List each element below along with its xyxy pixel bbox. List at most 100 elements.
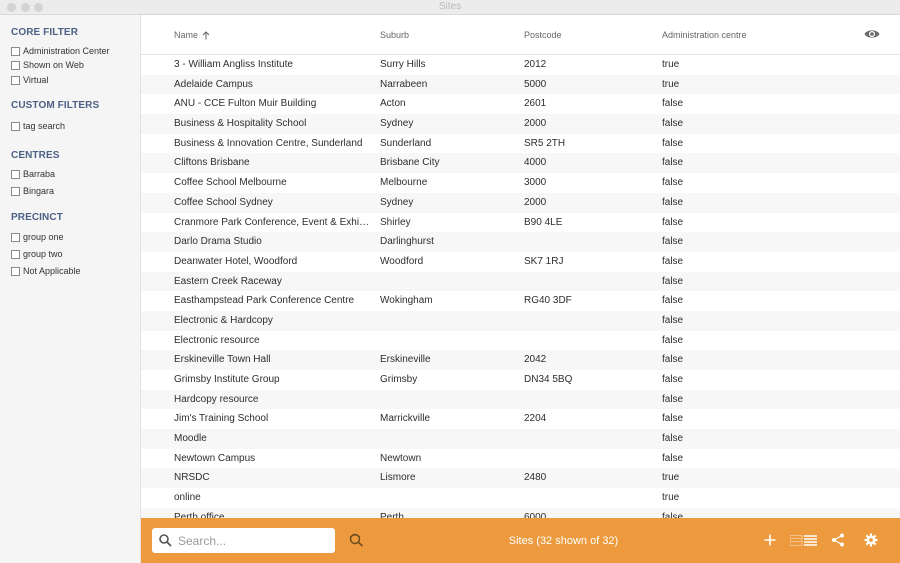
cell-suburb: Wokingham xyxy=(380,295,433,307)
cell-administration-centre: false xyxy=(662,314,684,326)
table-row[interactable]: Cranmore Park Conference, Event & Exhibi… xyxy=(141,213,900,233)
table-row[interactable]: Coffee School Sydney Sydney 2000 false xyxy=(141,192,900,213)
table-row[interactable]: Darlo Drama Studio Darlinghurst false xyxy=(141,232,900,252)
filter-option-not-applicable[interactable]: Not Applicable xyxy=(11,265,81,277)
share-icon[interactable] xyxy=(831,533,845,547)
table-row[interactable]: Coffee School Melbourne Melbourne 3000 fals… xyxy=(141,173,900,193)
cell-administration-centre: false xyxy=(662,196,684,208)
record-count-status: Sites (32 shown of 32) xyxy=(508,535,619,547)
checkbox[interactable] xyxy=(11,121,20,131)
plus-icon[interactable] xyxy=(764,534,776,546)
filter-option-group-two[interactable]: group two xyxy=(11,248,63,260)
advanced-search-icon[interactable] xyxy=(348,532,366,547)
cell-suburb: Brisbane City xyxy=(380,157,440,169)
checkbox[interactable] xyxy=(11,75,20,85)
cell-suburb: Darlinghurst xyxy=(380,236,434,248)
table-row[interactable]: Grimsby Institute Group Grimsby DN34 5BQ fa… xyxy=(141,370,900,390)
sidebar-heading-core-filter: CORE FILTER xyxy=(11,27,79,38)
filter-option-bingara[interactable]: Bingara xyxy=(11,185,54,197)
cell-suburb: Melbourne xyxy=(380,177,428,189)
filter-option-label: Barraba xyxy=(23,169,56,179)
cell-administration-centre: false xyxy=(662,433,684,445)
cell-name: Cranmore Park Conference, Event & Exhibi… xyxy=(174,216,370,228)
checkbox[interactable] xyxy=(11,232,20,242)
cell-postcode: 2000 xyxy=(524,196,547,208)
cell-suburb: Grimsby xyxy=(380,374,418,385)
table-row[interactable]: NRSDC Lismore 2480 true xyxy=(141,468,900,489)
filter-option-group-one[interactable]: group one xyxy=(11,231,64,243)
table-row[interactable]: ANU - CCE Fulton Muir Building Acton 2601 f… xyxy=(141,94,900,114)
table-row[interactable]: Moodle false xyxy=(141,429,900,449)
table-row[interactable]: Cliftons Brisbane Brisbane City 4000 false xyxy=(141,153,900,174)
table-row[interactable]: Business & Hospitality School Sydney 2000 f… xyxy=(141,114,900,134)
table-row[interactable]: Perth office Perth 6000 false xyxy=(141,507,900,518)
cell-administration-centre: false xyxy=(662,393,684,405)
filter-option-shown-on-web[interactable]: Shown on Web xyxy=(11,59,84,71)
cell-administration-centre: false xyxy=(662,216,684,228)
sidebar-heading-centres: CENTRES xyxy=(11,150,60,161)
cell-name: NRSDC xyxy=(174,472,210,484)
table-row[interactable]: Hardcopy resource false xyxy=(141,389,900,410)
filter-option-label: Shown on Web xyxy=(23,60,84,70)
filter-option-tag-search[interactable]: tag search xyxy=(11,120,65,132)
table-row[interactable]: Business & Innovation Centre, Sunderland… xyxy=(141,134,900,154)
column-header-suburb[interactable]: Suburb xyxy=(380,30,409,40)
cell-administration-centre: true xyxy=(662,492,680,504)
checkbox[interactable] xyxy=(11,266,20,276)
cell-postcode: 3000 xyxy=(524,177,547,189)
cell-suburb: Narrabeen xyxy=(380,78,428,90)
eye-icon[interactable] xyxy=(864,28,880,40)
cell-suburb: Surry Hills xyxy=(380,59,426,70)
column-header-administration-centre[interactable]: Administration centre xyxy=(662,30,747,40)
table-row[interactable]: Newtown Campus Newtown false xyxy=(141,449,900,469)
bottom-toolbar: Sites (32 shown of 32) xyxy=(141,518,900,563)
cell-administration-centre: false xyxy=(662,413,684,425)
checkbox[interactable] xyxy=(11,249,20,259)
cell-name: Adelaide Campus xyxy=(174,78,253,90)
checkbox[interactable] xyxy=(11,46,20,56)
list-view-icon[interactable] xyxy=(790,535,817,546)
filter-option-barraba[interactable]: Barraba xyxy=(11,168,55,180)
column-header-name[interactable]: Name xyxy=(174,30,210,40)
cell-postcode: DN34 5BQ xyxy=(524,374,573,385)
column-header-label: Postcode xyxy=(524,30,562,40)
search-input[interactable] xyxy=(178,531,328,550)
checkbox[interactable] xyxy=(11,169,20,179)
cell-name: Business & Hospitality School xyxy=(174,118,307,130)
filter-sidebar: CORE FILTER Administration Center Shown … xyxy=(0,15,141,563)
table-row[interactable]: Easthampstead Park Conference Centre Woki… xyxy=(141,291,900,311)
filter-option-label: tag search xyxy=(23,121,66,131)
cell-administration-centre: true xyxy=(662,59,680,70)
cell-administration-centre: false xyxy=(662,334,684,346)
table-row[interactable]: Eastern Creek Raceway false xyxy=(141,271,900,292)
table-row[interactable]: Electronic resource false xyxy=(141,331,900,351)
table-row[interactable]: Electronic & Hardcopy false xyxy=(141,310,900,331)
column-header-postcode[interactable]: Postcode xyxy=(524,30,562,40)
table-row[interactable]: Jim's Training School Marrickville 2204 fal… xyxy=(141,409,900,429)
cell-postcode: 2012 xyxy=(524,59,547,70)
gear-icon[interactable] xyxy=(864,533,878,547)
checkbox[interactable] xyxy=(11,60,20,70)
table-row[interactable]: Erskineville Town Hall Erskineville 2042 fa… xyxy=(141,350,900,370)
cell-administration-centre: false xyxy=(662,275,684,287)
cell-administration-centre: false xyxy=(662,98,684,110)
table-row[interactable]: online true xyxy=(141,488,900,508)
cell-postcode: 2601 xyxy=(524,98,547,110)
column-header-label: Administration centre xyxy=(662,30,747,40)
table-row[interactable]: Adelaide Campus Narrabeen 5000 true xyxy=(141,74,900,95)
cell-suburb: Newtown xyxy=(380,452,422,464)
cell-postcode: 2042 xyxy=(524,354,547,366)
cell-suburb: Sydney xyxy=(380,196,414,208)
table-row[interactable]: Deanwater Hotel, Woodford Woodford SK7 1RJ… xyxy=(141,252,900,272)
filter-option-administration-center[interactable]: Administration Center xyxy=(11,45,110,57)
cell-postcode: SK7 1RJ xyxy=(524,255,564,267)
cell-suburb: Woodford xyxy=(380,255,424,267)
filter-option-label: Virtual xyxy=(23,75,49,85)
filter-option-label: group two xyxy=(23,249,63,259)
table-row[interactable]: 3 - William Angliss Institute Surry Hills… xyxy=(141,55,900,75)
filter-option-virtual[interactable]: Virtual xyxy=(11,74,48,86)
cell-administration-centre: false xyxy=(662,236,684,248)
checkbox[interactable] xyxy=(11,186,20,196)
cell-name: Easthampstead Park Conference Centre xyxy=(174,295,355,307)
search-box[interactable] xyxy=(152,528,335,553)
